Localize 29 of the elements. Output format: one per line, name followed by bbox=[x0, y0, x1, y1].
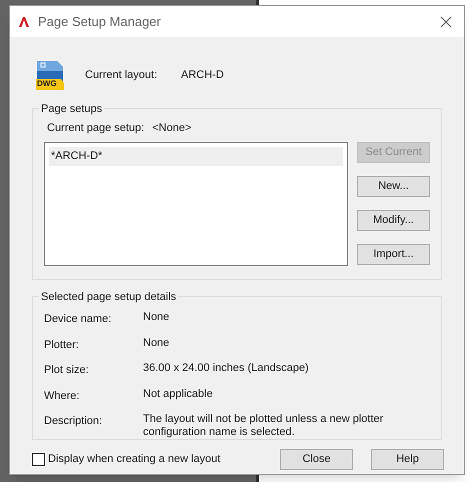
detail-label: Plotter: bbox=[44, 338, 80, 352]
detail-label: Where: bbox=[44, 388, 80, 404]
group-title: Page setups bbox=[39, 101, 104, 118]
current-layout-value: ARCH-D bbox=[181, 68, 224, 83]
dialog-button[interactable]: Modify... bbox=[357, 210, 430, 231]
current-page-setup-value: <None> bbox=[152, 121, 192, 136]
file-type-label: DWG bbox=[37, 79, 57, 89]
checkbox[interactable] bbox=[32, 453, 45, 466]
detail-value: Not applicable bbox=[143, 388, 214, 402]
close-icon bbox=[440, 16, 452, 28]
dialog-button[interactable]: Help bbox=[371, 449, 444, 470]
dialog-button[interactable]: Close bbox=[280, 449, 353, 470]
list-item[interactable]: *ARCH-D* bbox=[49, 147, 343, 166]
detail-label: Description: bbox=[44, 414, 104, 429]
checkbox-label: Display when creating a new layout bbox=[48, 452, 220, 468]
dialog-button[interactable]: Import... bbox=[357, 244, 430, 265]
window-title: Page Setup Manager bbox=[38, 12, 161, 31]
file-icon bbox=[35, 59, 65, 91]
detail-value: The layout will not be plotted unless a new plotter configuration name is selected. bbox=[143, 413, 384, 439]
dialog-button[interactable]: New... bbox=[357, 176, 430, 197]
group-title: Selected page setup details bbox=[39, 289, 178, 306]
detail-value: 36.00 x 24.00 inches (Landscape) bbox=[143, 362, 310, 376]
detail-value: None bbox=[143, 311, 170, 325]
current-page-setup-label: Current page setup: bbox=[47, 121, 144, 136]
detail-label: Plot size: bbox=[44, 363, 90, 378]
app-logo-icon bbox=[18, 16, 30, 28]
detail-label: Device name: bbox=[44, 312, 112, 327]
detail-value: None bbox=[143, 336, 170, 350]
current-layout-label: Current layout: bbox=[85, 68, 158, 83]
